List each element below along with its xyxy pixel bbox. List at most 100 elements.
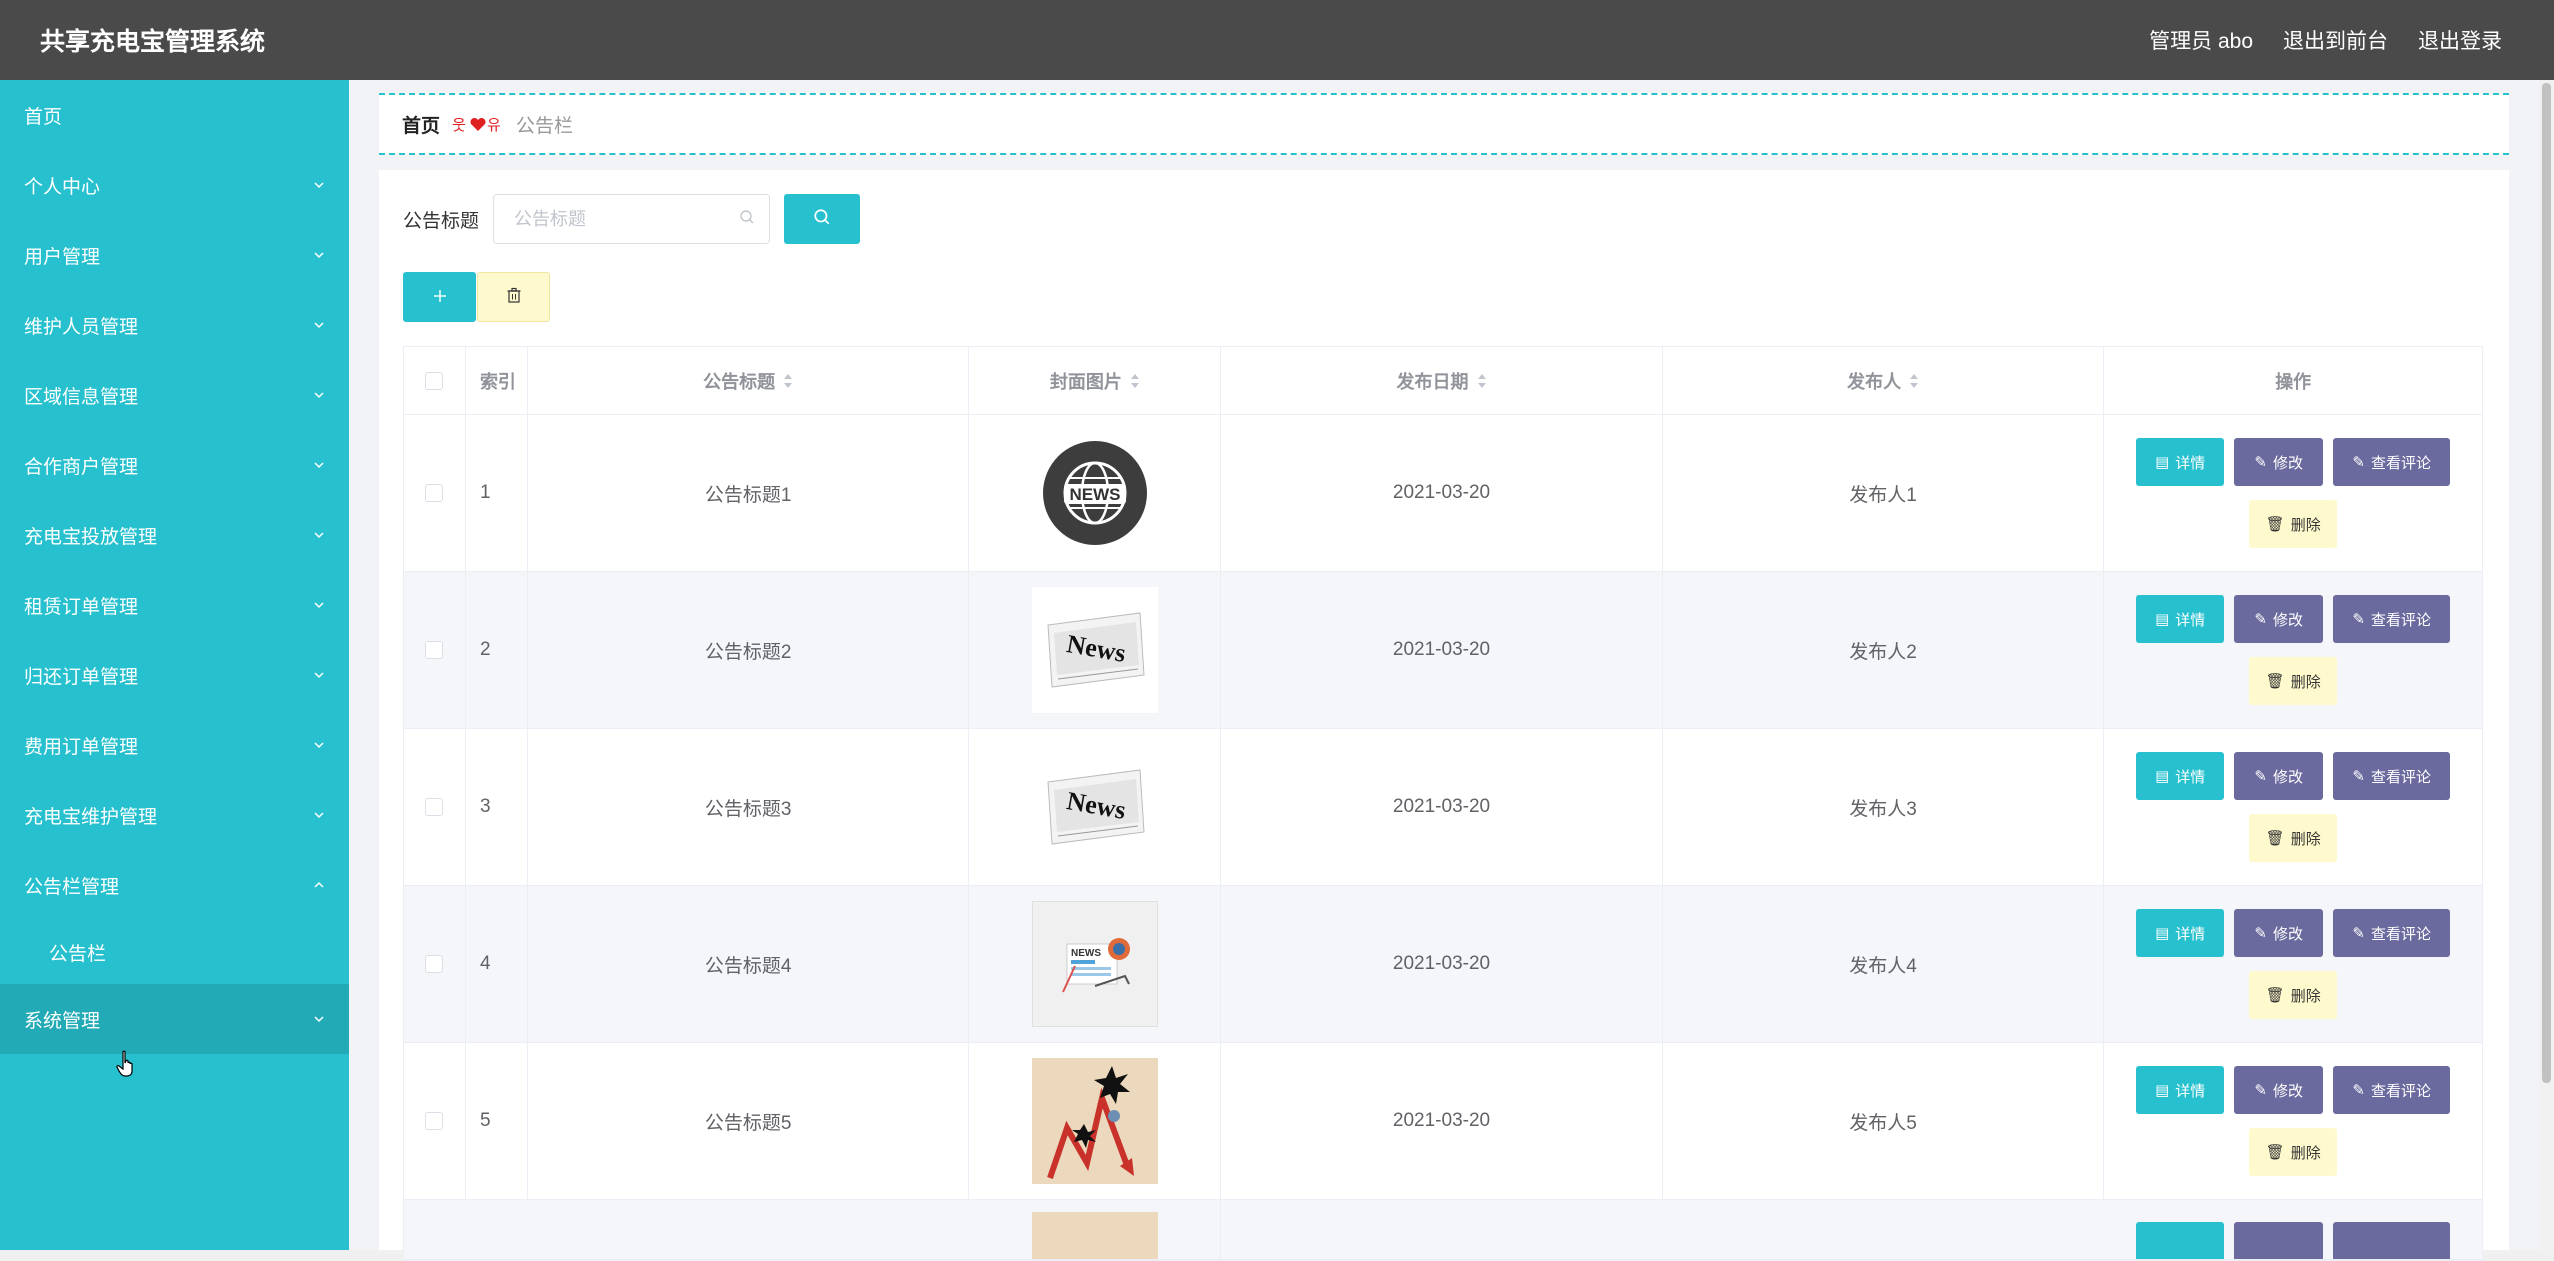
logout-link[interactable]: 退出登录: [2418, 25, 2502, 55]
edit-button[interactable]: ✎ 修改: [2234, 909, 2324, 957]
sort-icon[interactable]: [1130, 373, 1140, 389]
row-index: 3: [466, 729, 528, 885]
row-checkbox[interactable]: [425, 484, 444, 502]
batch-delete-button[interactable]: [477, 272, 550, 322]
header-title-label: 公告标题: [703, 371, 776, 392]
view-comments-button[interactable]: ✎ 查看评论: [2333, 909, 2451, 957]
trash-icon: 🗑: [2265, 830, 2285, 847]
delete-button[interactable]: 🗑 删除: [2249, 657, 2338, 705]
sort-icon[interactable]: [1909, 373, 1919, 389]
delete-button[interactable]: 🗑 删除: [2249, 814, 2338, 862]
sidebar-item-rental-orders[interactable]: 租赁订单管理: [0, 570, 349, 640]
table-header: 索引 公告标题 封面图片 发布日期 发布人 操作: [404, 347, 2482, 415]
sidebar-item-label: 用户管理: [24, 246, 101, 268]
search-icon: [813, 208, 831, 231]
row-cover: [969, 1043, 1222, 1199]
comment-label: 查看评论: [2370, 454, 2431, 472]
document-icon: ▤: [2155, 1082, 2170, 1099]
delete-button[interactable]: 🗑 删除: [2249, 971, 2338, 1019]
view-comments-button[interactable]: ✎ 查看评论: [2333, 595, 2451, 643]
pencil-icon: ✎: [2352, 1082, 2365, 1099]
sidebar-item-powerbank-maint[interactable]: 充电宝维护管理: [0, 780, 349, 850]
sidebar-item-notice-mgmt[interactable]: 公告栏管理: [0, 850, 349, 920]
plus-icon: [432, 283, 448, 311]
chevron-down-icon: [313, 529, 325, 541]
edit-label: 修改: [2272, 611, 2303, 629]
row-title: 公告标题1: [528, 415, 970, 571]
sidebar-item-maintainer-mgmt[interactable]: 维护人员管理: [0, 290, 349, 360]
header-date[interactable]: 发布日期: [1221, 347, 1663, 414]
detail-button[interactable]: ▤ 详情: [2136, 1066, 2225, 1114]
edit-label: 修改: [2272, 454, 2303, 472]
detail-button[interactable]: ▤ 详情: [2136, 752, 2225, 800]
sidebar-item-system-mgmt[interactable]: 系统管理: [0, 984, 349, 1054]
select-all-checkbox[interactable]: [425, 371, 444, 390]
admin-user-label[interactable]: 管理员 abo: [2149, 25, 2253, 55]
header-ops-label: 操作: [2275, 371, 2312, 392]
row-date: 2021-03-20: [1221, 415, 1663, 571]
delete-button[interactable]: 🗑 删除: [2249, 1128, 2338, 1176]
detail-button[interactable]: ▤ 详情: [2136, 595, 2225, 643]
row-cover: News: [969, 729, 1222, 885]
sidebar-item-personal-center[interactable]: 个人中心: [0, 150, 349, 220]
sidebar-item-notice-board[interactable]: 公告栏: [0, 920, 349, 984]
row-date: 2021-03-20: [1221, 1043, 1663, 1199]
pencil-icon: ✎: [2352, 611, 2365, 628]
row-cover: NEWS: [969, 415, 1222, 571]
row-ops: ▤ 详情 ✎ 修改 ✎ 查看评论 🗑 删除: [2104, 415, 2482, 571]
sidebar-item-home[interactable]: 首页: [0, 80, 349, 150]
add-button[interactable]: [403, 272, 476, 322]
header-cover[interactable]: 封面图片: [969, 347, 1222, 414]
header-publisher[interactable]: 发布人: [1663, 347, 2105, 414]
edit-button[interactable]: ✎ 修改: [2234, 752, 2324, 800]
table-row: 1 公告标题1 NEWS 2021-03-20 发布人1 ▤ 详情 ✎ 修改 ✎…: [404, 415, 2482, 572]
edit-button[interactable]: ✎ 修改: [2234, 595, 2324, 643]
view-comments-button[interactable]: ✎ 查看评论: [2333, 438, 2451, 486]
view-comments-button[interactable]: ✎ 查看评论: [2333, 752, 2451, 800]
view-comments-button[interactable]: ✎ 查看评论: [2333, 1066, 2451, 1114]
edit-button[interactable]: ✎ 修改: [2234, 1066, 2324, 1114]
detail-button[interactable]: [2136, 1222, 2225, 1259]
exit-to-front-link[interactable]: 退出到前台: [2283, 25, 2388, 55]
edit-label: 修改: [2272, 925, 2303, 943]
edit-button[interactable]: [2234, 1222, 2324, 1259]
row-index: 1: [466, 415, 528, 571]
chevron-down-icon: [313, 389, 325, 401]
search-input[interactable]: [514, 208, 715, 230]
sidebar-item-user-mgmt[interactable]: 用户管理: [0, 220, 349, 290]
comment-label: 查看评论: [2370, 768, 2431, 786]
heart-separator-icon: 웃 유: [452, 114, 504, 134]
sidebar-item-return-orders[interactable]: 归还订单管理: [0, 640, 349, 710]
sort-icon[interactable]: [783, 373, 793, 389]
detail-button[interactable]: ▤ 详情: [2136, 438, 2225, 486]
search-button[interactable]: [784, 194, 861, 244]
svg-text:NEWS: NEWS: [1071, 948, 1101, 959]
chevron-down-icon: [313, 459, 325, 471]
view-comments-button[interactable]: [2333, 1222, 2451, 1259]
sort-icon[interactable]: [1477, 373, 1487, 389]
svg-text:유: 유: [487, 116, 501, 134]
top-header: 共享充电宝管理系统 管理员 abo 退出到前台 退出登录: [0, 0, 2554, 80]
row-checkbox[interactable]: [425, 955, 444, 973]
row-checkbox[interactable]: [425, 641, 444, 659]
chart-crash-image: [1031, 1058, 1158, 1184]
document-icon: ▤: [2155, 768, 2170, 785]
row-title: 公告标题4: [528, 886, 970, 1042]
header-title[interactable]: 公告标题: [528, 347, 970, 414]
row-checkbox[interactable]: [425, 798, 444, 816]
page-scrollbar[interactable]: [2539, 80, 2554, 1250]
delete-button[interactable]: 🗑 删除: [2249, 500, 2338, 548]
edit-button[interactable]: ✎ 修改: [2234, 438, 2324, 486]
sidebar-item-merchant-mgmt[interactable]: 合作商户管理: [0, 430, 349, 500]
notice-table: 索引 公告标题 封面图片 发布日期 发布人 操作 1 公告标题1 NEWS 20…: [403, 346, 2483, 1261]
sidebar-item-fee-orders[interactable]: 费用订单管理: [0, 710, 349, 780]
row-date: 2021-03-20: [1221, 572, 1663, 728]
row-checkbox[interactable]: [425, 1112, 444, 1130]
sidebar-item-label: 维护人员管理: [24, 316, 139, 338]
detail-label: 详情: [2175, 611, 2206, 629]
breadcrumb-home[interactable]: 首页: [402, 111, 440, 138]
scrollbar-thumb[interactable]: [2542, 83, 2551, 1083]
sidebar-item-region-mgmt[interactable]: 区域信息管理: [0, 360, 349, 430]
sidebar-item-powerbank-deploy[interactable]: 充电宝投放管理: [0, 500, 349, 570]
detail-button[interactable]: ▤ 详情: [2136, 909, 2225, 957]
